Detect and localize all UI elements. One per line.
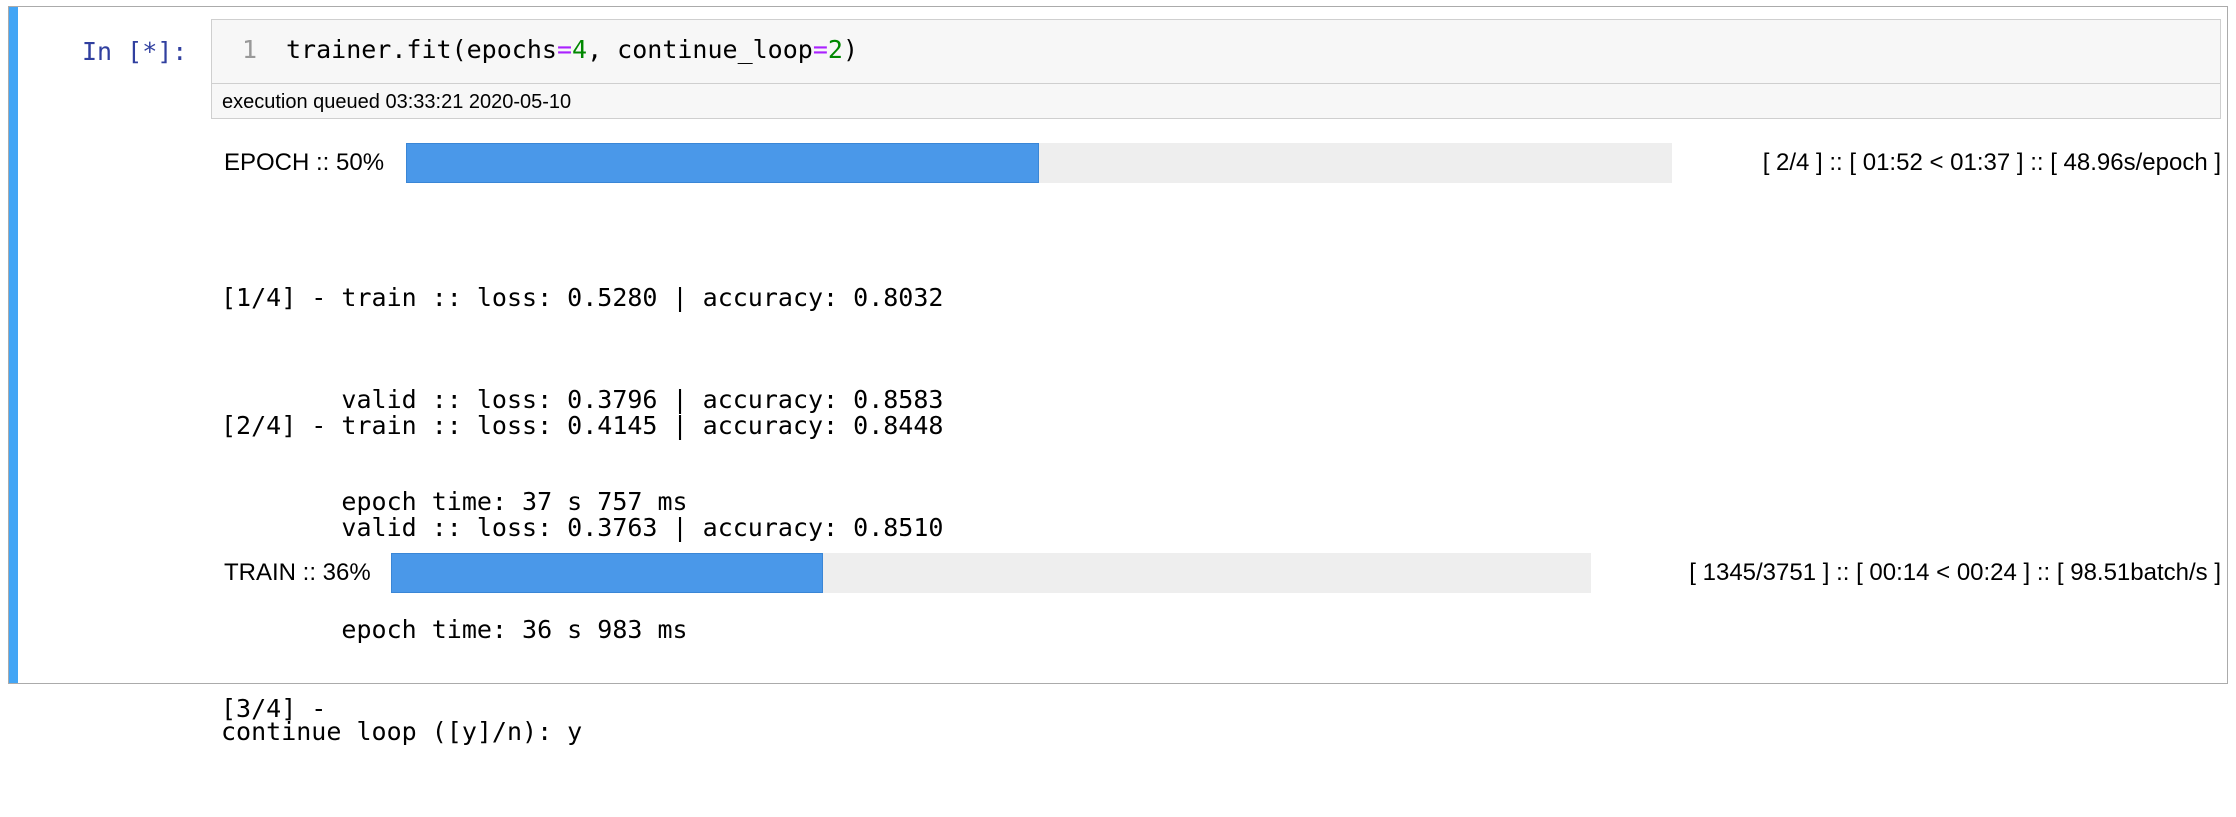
code-input-area[interactable]: 1 trainer.fit(epochs=4, continue_loop=2)… (211, 19, 2221, 119)
continue-loop-prompt: continue loop ([y]/n): y (221, 717, 583, 746)
code-token: , continue_loop (587, 35, 813, 64)
epoch-progress: EPOCH :: 50% [ 2/4 ] :: [ 01:52 < 01:37 … (211, 143, 2221, 183)
log-line: valid :: loss: 0.3763 | accuracy: 0.8510 (221, 513, 944, 542)
log-line: [3/4] - (221, 694, 327, 723)
code-token: ) (842, 35, 859, 64)
train-progress-label: TRAIN :: 36% (224, 559, 371, 586)
train-progress-fill (391, 553, 823, 593)
code-operator: = (812, 35, 828, 64)
epoch-progress-label: EPOCH :: 50% (224, 149, 385, 176)
code-line[interactable]: 1 trainer.fit(epochs=4, continue_loop=2) (212, 20, 2220, 84)
log-line: epoch time: 36 s 983 ms (221, 615, 688, 644)
log-line: [1/4] - train :: loss: 0.5280 | accuracy… (221, 283, 944, 312)
code-number: 2 (827, 35, 843, 64)
train-progress-info: [ 1345/3751 ] :: [ 00:14 < 00:24 ] :: [ … (1689, 559, 2221, 586)
epoch-progress-track (406, 143, 1672, 183)
code-number: 4 (572, 35, 588, 64)
epoch-progress-info: [ 2/4 ] :: [ 01:52 < 01:37 ] :: [ 48.96s… (1762, 149, 2221, 176)
code-operator: = (556, 35, 572, 64)
log-block-epoch-3: [3/4] - (221, 624, 326, 794)
train-progress-track (391, 553, 1591, 593)
notebook-cell[interactable]: In [*]: 1 trainer.fit(epochs=4, continue… (8, 6, 2228, 746)
line-number: 1 (242, 35, 258, 64)
code-text[interactable]: trainer.fit(epochs=4, continue_loop=2) (286, 35, 858, 64)
cell-selection-bar (9, 7, 18, 683)
log-line: [2/4] - train :: loss: 0.4145 | accuracy… (221, 411, 944, 440)
code-token: trainer.fit(epochs (286, 35, 557, 64)
execution-status: execution queued 03:33:21 2020-05-10 (222, 91, 572, 113)
train-progress: TRAIN :: 36% [ 1345/3751 ] :: [ 00:14 < … (211, 553, 2221, 593)
epoch-progress-fill (406, 143, 1039, 183)
input-prompt: In [*]: (82, 37, 188, 66)
